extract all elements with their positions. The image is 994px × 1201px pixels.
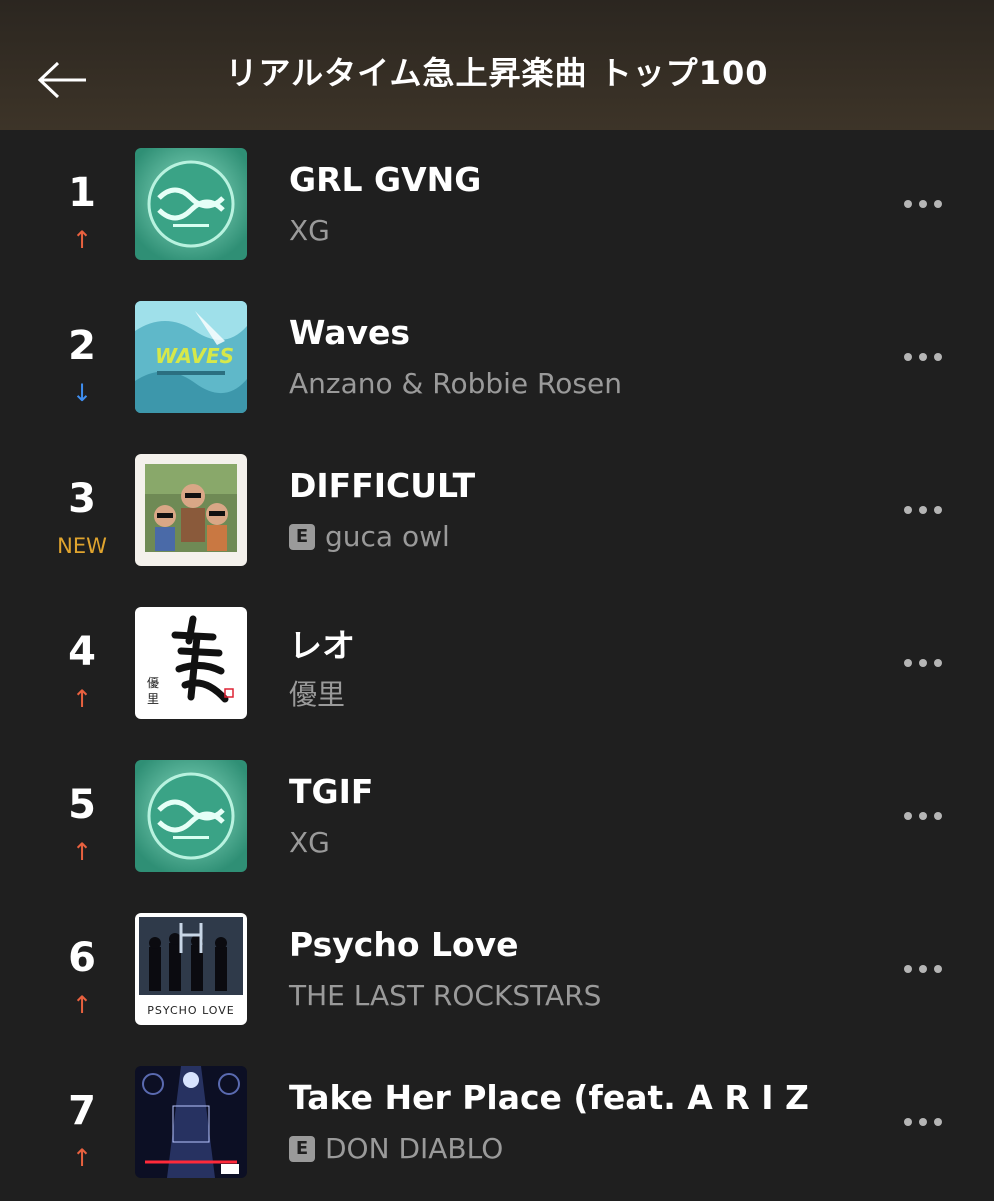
rank-up-arrow-icon: ↑: [71, 838, 93, 866]
artist-line: THE LAST ROCKSTARS: [289, 979, 849, 1012]
more-dots-icon: [904, 1118, 942, 1126]
artist-name: THE LAST ROCKSTARS: [289, 979, 602, 1012]
album-art[interactable]: [135, 760, 247, 872]
explicit-badge-icon: E: [289, 1135, 315, 1162]
song-row[interactable]: 6 ↑ PSYCHO LOVE Psycho Love THE LAST ROC…: [0, 895, 994, 1048]
svg-text:優: 優: [147, 676, 159, 690]
song-row[interactable]: 2 ↓ WAVES Waves Anzano & Robbie Rosen: [0, 283, 994, 436]
artist-line: E guca owl: [289, 520, 849, 553]
more-options-button[interactable]: [896, 645, 950, 681]
more-dots-icon: [904, 659, 942, 667]
album-art-text: PSYCHO LOVE: [147, 1004, 235, 1017]
more-dots-icon: [904, 353, 942, 361]
song-title: Waves: [289, 313, 411, 352]
rank-column: 4 ↑: [32, 589, 132, 742]
more-options-button[interactable]: [896, 186, 950, 222]
more-options-button[interactable]: [896, 951, 950, 987]
rank-up-arrow-icon: ↑: [71, 685, 93, 713]
album-art[interactable]: PSYCHO LOVE: [135, 913, 247, 1025]
rank-column: 7 ↑: [32, 1048, 132, 1201]
song-list: 1 ↑ GRL GVNG XG 2 ↓ WAVES Waves Anzano &…: [0, 130, 994, 1201]
more-options-button[interactable]: [896, 798, 950, 834]
song-row[interactable]: 7 ↑ Take Her Place (feat. A R I Z... E D…: [0, 1048, 994, 1201]
app-header: リアルタイム急上昇楽曲 トップ100: [0, 0, 994, 130]
rank-down-arrow-icon: ↓: [71, 379, 93, 407]
more-options-button[interactable]: [896, 1104, 950, 1140]
album-art[interactable]: [135, 148, 247, 260]
song-title: Psycho Love: [289, 925, 519, 964]
rank-number: 6: [68, 935, 96, 981]
artist-line: Anzano & Robbie Rosen: [289, 367, 849, 400]
album-art[interactable]: [135, 454, 247, 566]
rank-up-arrow-icon: ↑: [71, 991, 93, 1019]
new-entry-badge: NEW: [57, 534, 107, 558]
rank-column: 6 ↑: [32, 895, 132, 1048]
song-title: TGIF: [289, 772, 374, 811]
more-options-button[interactable]: [896, 492, 950, 528]
album-art[interactable]: 優里: [135, 607, 247, 719]
artist-name: DON DIABLO: [325, 1132, 504, 1165]
rank-column: 3 NEW: [32, 436, 132, 589]
artist-line: XG: [289, 826, 849, 859]
page-title: リアルタイム急上昇楽曲 トップ100: [225, 54, 769, 92]
artist-name: XG: [289, 214, 330, 247]
song-title: GRL GVNG: [289, 160, 482, 199]
svg-text:WAVES: WAVES: [155, 344, 234, 368]
artist-name: 優里: [289, 678, 346, 711]
song-title: DIFFICULT: [289, 466, 476, 505]
rank-number: 7: [68, 1088, 96, 1134]
artist-line: XG: [289, 214, 849, 247]
more-dots-icon: [904, 965, 942, 973]
song-title: Take Her Place (feat. A R I Z...: [289, 1078, 809, 1117]
artist-name: Anzano & Robbie Rosen: [289, 367, 622, 400]
more-dots-icon: [904, 812, 942, 820]
rank-number: 1: [68, 170, 96, 216]
artist-name: XG: [289, 826, 330, 859]
song-title: レオ: [289, 626, 355, 665]
artist-name: guca owl: [325, 520, 450, 553]
rank-column: 5 ↑: [32, 742, 132, 895]
song-row[interactable]: 3 NEW DIFFICULT E guca owl: [0, 436, 994, 589]
artist-line: E DON DIABLO: [289, 1132, 849, 1165]
rank-number: 3: [68, 476, 96, 522]
rank-number: 4: [68, 629, 96, 675]
rank-up-arrow-icon: ↑: [71, 226, 93, 254]
rank-up-arrow-icon: ↑: [71, 1144, 93, 1172]
album-art[interactable]: [135, 1066, 247, 1178]
rank-number: 5: [68, 782, 96, 828]
album-art[interactable]: WAVES: [135, 301, 247, 413]
artist-line: 優里: [289, 673, 849, 713]
rank-column: 2 ↓: [32, 283, 132, 436]
song-row[interactable]: 5 ↑ TGIF XG: [0, 742, 994, 895]
song-row[interactable]: 4 ↑ 優里 レオ 優里: [0, 589, 994, 742]
explicit-badge-icon: E: [289, 523, 315, 550]
rank-number: 2: [68, 323, 96, 369]
svg-text:里: 里: [147, 692, 159, 706]
more-dots-icon: [904, 200, 942, 208]
more-dots-icon: [904, 506, 942, 514]
song-row[interactable]: 1 ↑ GRL GVNG XG: [0, 130, 994, 283]
more-options-button[interactable]: [896, 339, 950, 375]
rank-column: 1 ↑: [32, 130, 132, 283]
